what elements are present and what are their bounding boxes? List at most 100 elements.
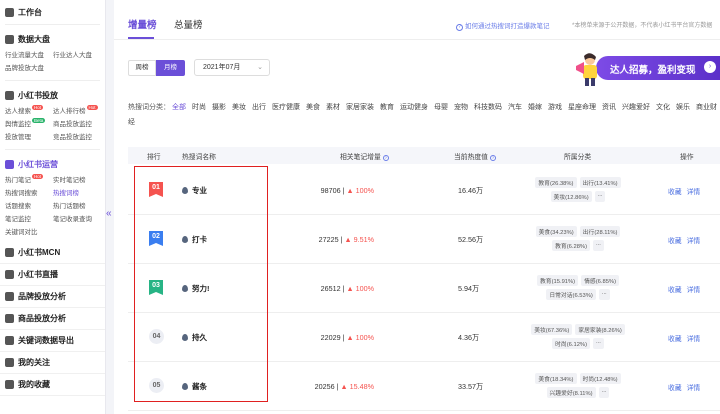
help-link[interactable]: ? 如何通过热搜词打造爆款笔记 <box>456 20 550 31</box>
live-icon <box>5 270 14 279</box>
category-21[interactable]: 娱乐 <box>676 104 690 111</box>
tab-total[interactable]: 总量榜 <box>174 17 203 31</box>
fav-link[interactable]: 收藏 <box>668 336 682 343</box>
col-word: 热搜词名称 <box>182 154 216 161</box>
label: 关键词数据导出 <box>18 336 74 345</box>
detail-link[interactable]: 详情 <box>687 385 701 392</box>
sidebar-item-industry-traffic[interactable]: 行业流量大盘 <box>5 49 53 59</box>
sidebar-item-product-analysis[interactable]: 商品投放分析 <box>0 308 105 330</box>
star-icon <box>5 380 14 389</box>
beta-badge: Beta <box>32 118 46 123</box>
category-chip: 出行(28.11%) <box>579 226 621 237</box>
sidebar-item-kol-search[interactable]: 达人搜索Hot <box>5 105 53 115</box>
detail-link[interactable]: 详情 <box>687 189 701 196</box>
category-17[interactable]: 星座命理 <box>568 104 596 111</box>
category-9[interactable]: 教育 <box>380 104 394 111</box>
tab-increase[interactable]: 增量榜 <box>128 17 157 31</box>
category-19[interactable]: 兴趣爱好 <box>622 104 650 111</box>
label: 品牌投放分析 <box>18 292 66 301</box>
period-month-button[interactable]: 月榜 <box>156 60 185 76</box>
detail-link[interactable]: 详情 <box>687 238 701 245</box>
category-6[interactable]: 美食 <box>306 104 320 111</box>
growth: ▲ 15.48% <box>340 382 374 391</box>
category-1[interactable]: 时尚 <box>192 104 206 111</box>
sidebar-item-brand-analysis[interactable]: 品牌投放分析 <box>0 286 105 308</box>
sidebar-item-topic-rank[interactable]: 热门话题榜 <box>53 200 105 210</box>
growth-value: 100% <box>355 186 374 195</box>
category-chip: 美食(34.23%) <box>535 226 577 237</box>
label: 达人排行榜 <box>53 108 86 115</box>
category-14[interactable]: 汽车 <box>508 104 522 111</box>
category-2[interactable]: 摄影 <box>212 104 226 111</box>
month-select[interactable]: 2021年07月 ⌄ <box>194 59 270 76</box>
category-11[interactable]: 母婴 <box>434 104 448 111</box>
heat-value: 5.94万 <box>458 284 480 293</box>
sidebar-item-hot-notes[interactable]: 热门笔记Hot <box>5 174 53 184</box>
sidebar-item-realtime-notes[interactable]: 实时笔记榜 <box>53 174 105 184</box>
row-actions: 收藏 详情 <box>668 186 705 196</box>
category-3[interactable]: 美妆 <box>232 104 246 111</box>
category-10[interactable]: 运动健身 <box>400 104 428 111</box>
sidebar-item-keyword-export[interactable]: 关键词数据导出 <box>0 330 105 352</box>
help-link-label: 如何通过热搜词打造爆款笔记 <box>465 23 550 30</box>
sidebar-item-ad-manage[interactable]: 投放管理 <box>5 131 53 141</box>
category-7[interactable]: 素材 <box>326 104 340 111</box>
detail-link[interactable]: 详情 <box>687 287 701 294</box>
category-18[interactable]: 资讯 <box>602 104 616 111</box>
sidebar-item-follow[interactable]: 我的关注 <box>0 352 105 374</box>
period-week-button[interactable]: 周榜 <box>128 60 156 76</box>
sidebar-item-favorites[interactable]: 我的收藏 <box>0 374 105 396</box>
growth: ▲ 9.51% <box>344 235 374 244</box>
collapse-sidebar-icon[interactable]: « <box>106 208 114 222</box>
category-12[interactable]: 宠物 <box>454 104 468 111</box>
fav-link[interactable]: 收藏 <box>668 287 682 294</box>
category-chip: 美妆(12.86%) <box>550 191 592 202</box>
category-13[interactable]: 科技数码 <box>474 104 502 111</box>
sidebar-item-live[interactable]: 小红书直播 <box>0 264 105 286</box>
category-chip: 教育(26.38%) <box>535 177 577 188</box>
sidebar-item-mcn[interactable]: 小红书MCN <box>0 242 105 264</box>
sidebar-section-rb-ops[interactable]: 小红书运营 <box>5 156 105 172</box>
sidebar-item-topic-search[interactable]: 话题搜索 <box>5 200 53 210</box>
sidebar-item-note-index[interactable]: 笔记收录查询 <box>53 213 105 223</box>
notes-value: 26512 <box>320 284 341 293</box>
sidebar-item-label: 工作台 <box>18 7 42 17</box>
category-16[interactable]: 游戏 <box>548 104 562 111</box>
notes-value: 27225 <box>318 235 339 244</box>
sidebar-item-hot-rank[interactable]: 热搜词榜 <box>53 187 105 197</box>
sidebar-item-brand-ad[interactable]: 品牌投放大盘 <box>5 62 53 72</box>
sidebar-section-rb-ad[interactable]: 小红书投放 <box>5 87 105 103</box>
notes-increase: 27225 | ▲ 9.51% <box>318 235 374 244</box>
sidebar-item-competitor[interactable]: 竞品投放监控 <box>53 131 105 141</box>
sidebar-section-data-board[interactable]: 数据大盘 <box>5 31 105 47</box>
sidebar-item-workbench[interactable]: 工作台 <box>5 4 105 20</box>
section-title: 小红书投放 <box>18 90 58 100</box>
category-4[interactable]: 出行 <box>252 104 266 111</box>
sidebar-item-sentiment[interactable]: 舆情监控Beta <box>5 118 53 128</box>
detail-link[interactable]: 详情 <box>687 336 701 343</box>
category-label: 热搜词分类： <box>128 104 170 111</box>
sidebar-item-industry-kol[interactable]: 行业达人大盘 <box>53 49 105 59</box>
category-8[interactable]: 家居家装 <box>346 104 374 111</box>
fav-link[interactable]: 收藏 <box>668 238 682 245</box>
col-heat[interactable]: 当前热度值? <box>454 151 496 161</box>
col-notes[interactable]: 相关笔记增量? <box>340 151 389 161</box>
fav-link[interactable]: 收藏 <box>668 385 682 392</box>
sidebar-item-keyword-compare[interactable]: 关键词对比 <box>5 226 53 236</box>
category-20[interactable]: 文化 <box>656 104 670 111</box>
category-0[interactable]: 全部 <box>172 104 186 111</box>
category-15[interactable]: 婚嫁 <box>528 104 542 111</box>
sidebar-item-kol-rank[interactable]: 达人排行榜Hot <box>53 105 105 115</box>
category-chip: 家居家装(8.26%) <box>575 324 625 335</box>
label: 我的收藏 <box>18 380 50 389</box>
sidebar-item-note-monitor[interactable]: 笔记监控 <box>5 213 53 223</box>
banner-text: 达人招募，盈利变现 <box>610 65 696 76</box>
sidebar-item-product-ad[interactable]: 商品投放监控 <box>53 118 105 128</box>
col-heat-label: 当前热度值 <box>454 154 488 161</box>
export-icon <box>5 336 14 345</box>
fav-link[interactable]: 收藏 <box>668 189 682 196</box>
promo-banner[interactable]: 达人招募，盈利变现 › <box>574 52 720 86</box>
sidebar-item-hot-search[interactable]: 热搜词搜索 <box>5 187 53 197</box>
category-5[interactable]: 医疗健康 <box>272 104 300 111</box>
month-value: 2021年07月 <box>203 64 241 71</box>
